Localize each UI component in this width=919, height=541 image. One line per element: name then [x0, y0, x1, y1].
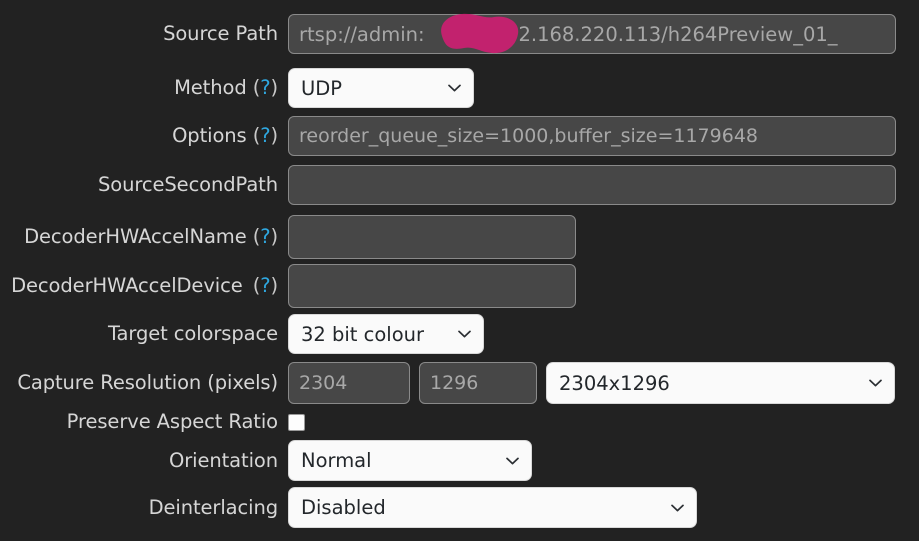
field-row-capture-resolution: Capture Resolution (pixels) 2304x1296	[0, 362, 919, 404]
label-orientation: Orientation	[169, 448, 278, 472]
field-row-target-colorspace: Target colorspace 32 bit colour	[0, 314, 919, 354]
label-decoder-hwaccel-device-text: DecoderHWAccelDevice	[11, 274, 243, 297]
field-row-preserve-aspect-ratio: Preserve Aspect Ratio	[0, 410, 919, 434]
deinterlacing-select-wrap: Disabled	[288, 487, 697, 528]
capture-resolution-preset-wrap: 2304x1296	[546, 362, 895, 404]
label-capture-resolution: Capture Resolution (pixels)	[17, 371, 278, 394]
deinterlacing-select[interactable]: Disabled	[288, 487, 697, 528]
decoder-hwaccel-device-input[interactable]	[288, 264, 576, 308]
method-control: UDP	[288, 68, 474, 108]
orientation-select-wrap: Normal	[288, 440, 532, 481]
orientation-control: Normal	[288, 440, 532, 481]
method-select[interactable]: UDP	[288, 68, 474, 108]
label-method-text: Method	[174, 76, 247, 99]
label-source-second-path: SourceSecondPath	[98, 173, 278, 196]
orientation-select[interactable]: Normal	[288, 440, 532, 481]
label-decoder-hwaccel-name: DecoderHWAccelName (?)	[0, 225, 288, 249]
field-row-decoder-hwaccel-name: DecoderHWAccelName (?)	[0, 215, 919, 259]
decoder-hwaccel-name-input[interactable]	[288, 215, 576, 259]
field-row-decoder-hwaccel-device: DecoderHWAccelDevice (?)	[0, 264, 919, 308]
label-options: Options (?)	[0, 124, 288, 148]
decoder-hwaccel-name-control	[288, 215, 576, 259]
label-decoder-hwaccel-name-text: DecoderHWAccelName	[24, 225, 247, 248]
target-colorspace-control: 32 bit colour	[288, 314, 484, 354]
label-target-colorspace: Target colorspace	[107, 322, 278, 345]
label-options-text: Options	[172, 124, 247, 147]
label-source-path: Source Path	[163, 22, 278, 45]
target-colorspace-select[interactable]: 32 bit colour	[288, 314, 484, 354]
capture-width-input[interactable]	[288, 362, 410, 404]
decoder-hwaccel-name-help-icon[interactable]: (?)	[253, 225, 278, 248]
capture-resolution-preset-select[interactable]: 2304x1296	[546, 362, 895, 404]
source-path-input[interactable]	[288, 14, 896, 54]
method-select-wrap: UDP	[288, 68, 474, 108]
label-decoder-hwaccel-device: DecoderHWAccelDevice (?)	[0, 274, 288, 298]
options-input[interactable]	[288, 116, 896, 156]
target-colorspace-select-wrap: 32 bit colour	[288, 314, 484, 354]
deinterlacing-control: Disabled	[288, 487, 697, 528]
field-row-source-path: Source Path	[0, 13, 919, 54]
method-help-icon[interactable]: (?)	[253, 76, 278, 99]
field-row-source-second-path: SourceSecondPath	[0, 165, 919, 205]
field-row-deinterlacing: Deinterlacing Disabled	[0, 487, 919, 528]
preserve-aspect-ratio-control	[288, 413, 305, 431]
field-row-options: Options (?)	[0, 116, 919, 156]
label-method: Method (?)	[0, 76, 288, 100]
decoder-hwaccel-device-control	[288, 264, 576, 308]
label-deinterlacing: Deinterlacing	[148, 495, 279, 519]
monitor-source-form: Source Path Method (?) UDP	[0, 0, 919, 541]
preserve-aspect-ratio-checkbox[interactable]	[288, 413, 305, 431]
source-second-path-input[interactable]	[288, 165, 896, 205]
source-second-path-control	[288, 165, 896, 205]
capture-height-input[interactable]	[419, 362, 537, 404]
options-control	[288, 116, 896, 156]
capture-resolution-control: 2304x1296	[288, 362, 895, 404]
source-path-control	[288, 13, 896, 54]
decoder-hwaccel-device-help-icon[interactable]: (?)	[253, 274, 278, 297]
field-row-orientation: Orientation Normal	[0, 440, 919, 481]
field-row-method: Method (?) UDP	[0, 68, 919, 108]
options-help-icon[interactable]: (?)	[253, 124, 278, 147]
label-preserve-aspect-ratio: Preserve Aspect Ratio	[66, 410, 278, 433]
